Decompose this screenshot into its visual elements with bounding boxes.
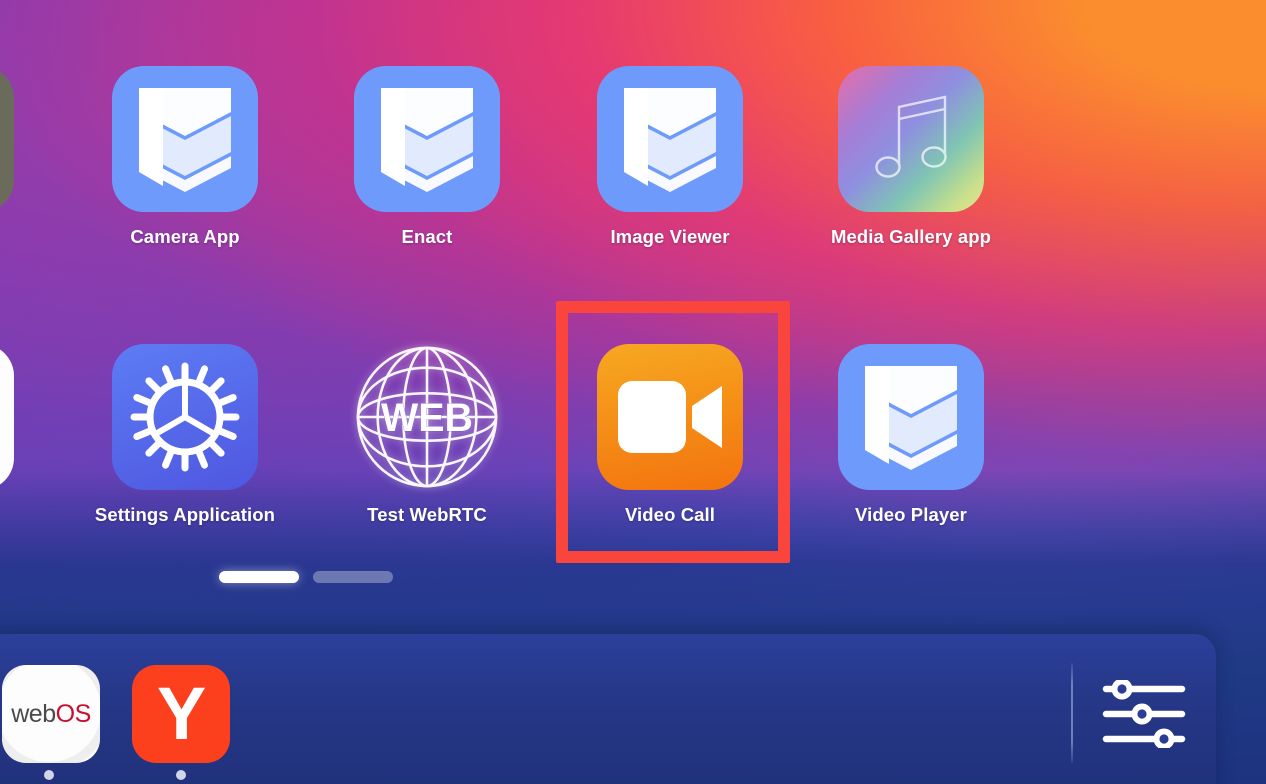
webos-wordmark: webOS bbox=[11, 699, 92, 728]
app-item-partial-left-bottom[interactable]: S mple bbox=[0, 344, 62, 526]
app-tile-video-player[interactable] bbox=[838, 344, 984, 490]
app-item-image-viewer[interactable]: Image Viewer bbox=[549, 66, 791, 248]
yandex-y-icon: Y bbox=[156, 672, 206, 755]
enact-logo-icon bbox=[865, 366, 957, 470]
launcher-screen: Camera App Enact Image Viewer Media Gall… bbox=[0, 0, 1266, 784]
webos-logo-icon: webOS bbox=[2, 665, 100, 763]
app-label: Video Player bbox=[855, 504, 967, 525]
music-note-icon bbox=[875, 95, 947, 178]
web-globe-icon: WEB bbox=[356, 346, 498, 488]
sliders-icon bbox=[1102, 680, 1186, 748]
app-item-camera-app[interactable]: Camera App bbox=[64, 66, 306, 248]
page-dot-2[interactable] bbox=[313, 571, 393, 583]
page-indicator[interactable] bbox=[219, 571, 393, 583]
app-tile-camera-app[interactable] bbox=[112, 66, 258, 212]
app-tile-gray-partial[interactable] bbox=[0, 66, 14, 212]
app-tile-settings-application[interactable] bbox=[112, 344, 258, 490]
app-tile-video-call[interactable] bbox=[597, 344, 743, 490]
app-item-partial-left-top[interactable] bbox=[0, 66, 62, 226]
dock-divider bbox=[1071, 663, 1073, 763]
app-label: Image Viewer bbox=[610, 226, 730, 247]
app-item-video-player[interactable]: Video Player bbox=[790, 344, 1032, 526]
gear-icon bbox=[130, 362, 240, 472]
dock-item-webos[interactable]: webOS bbox=[2, 665, 100, 763]
webos-word-web: web bbox=[11, 699, 56, 728]
app-label: Enact bbox=[401, 226, 453, 247]
app-item-test-webrtc[interactable]: WEB Test WebRTC bbox=[306, 344, 548, 526]
webos-word-os: OS bbox=[55, 699, 92, 728]
running-indicator-yandex bbox=[176, 770, 186, 780]
app-item-enact[interactable]: Enact bbox=[306, 66, 548, 248]
app-label: Video Call bbox=[624, 504, 716, 525]
app-item-media-gallery-app[interactable]: Media Gallery app bbox=[790, 66, 1032, 248]
app-label: Media Gallery app bbox=[830, 226, 992, 247]
app-label: Settings Application bbox=[94, 504, 276, 525]
enact-logo-icon bbox=[139, 88, 231, 192]
dock-item-yandex[interactable]: Y bbox=[132, 665, 230, 763]
app-tile-test-webrtc[interactable]: WEB bbox=[354, 344, 500, 490]
app-item-settings-application[interactable]: Settings Application bbox=[64, 344, 306, 526]
app-tile-enact[interactable] bbox=[354, 66, 500, 212]
enact-logo-icon bbox=[624, 88, 716, 192]
app-label: Test WebRTC bbox=[367, 504, 487, 525]
sliders-button[interactable] bbox=[1100, 680, 1188, 748]
app-item-video-call[interactable]: Video Call bbox=[549, 344, 791, 526]
app-tile-media-gallery[interactable] bbox=[838, 66, 984, 212]
svg-text:WEB: WEB bbox=[381, 396, 473, 440]
running-indicator-webos bbox=[44, 770, 54, 780]
enact-logo-icon bbox=[381, 88, 473, 192]
app-tile-sample-partial[interactable]: S bbox=[0, 344, 14, 490]
video-camera-icon bbox=[618, 381, 722, 453]
page-dot-1[interactable] bbox=[219, 571, 299, 583]
app-label: Camera App bbox=[130, 226, 240, 247]
app-tile-image-viewer[interactable] bbox=[597, 66, 743, 212]
